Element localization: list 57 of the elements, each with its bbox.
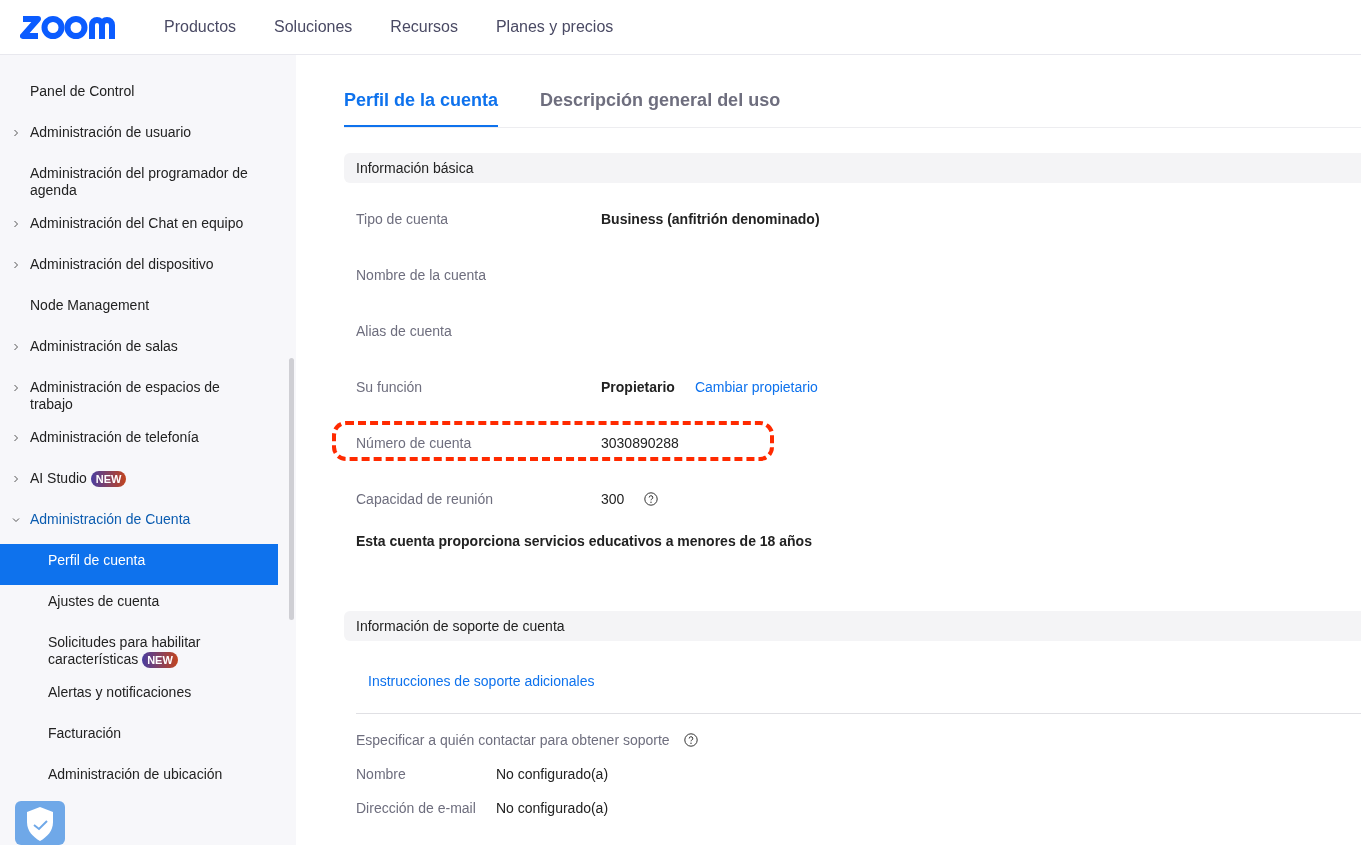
field-value: No configurado(a) [496, 800, 609, 816]
field-value: Propietario [601, 379, 675, 395]
scrollbar[interactable] [289, 358, 294, 620]
chevron-right-icon [12, 343, 20, 351]
sidebar-item[interactable]: Administración del dispositivo [0, 248, 278, 289]
chevron-right-icon [12, 129, 20, 137]
sidebar-item[interactable]: Administración de espacios de trabajo [0, 371, 278, 421]
sidebar-item[interactable]: Alertas y notificaciones [0, 676, 278, 717]
sidebar-item[interactable]: Administración de usuario [0, 116, 278, 157]
field-label: Capacidad de reunión [356, 491, 493, 507]
sidebar-item[interactable]: Facturación [0, 717, 278, 758]
chevron-right-icon [12, 434, 20, 442]
new-badge: NEW [90, 471, 127, 487]
field-label: Nombre [356, 766, 407, 782]
sidebar-item[interactable]: Perfil de cuenta [0, 544, 278, 585]
chevron-down-icon [12, 516, 20, 524]
nav-link[interactable]: Planes y precios [495, 18, 614, 36]
sidebar-item[interactable]: Administración del programador de agenda [0, 157, 278, 207]
chevron-right-icon [12, 475, 20, 483]
chevron-right-icon [12, 384, 20, 392]
field-value: No configurado(a) [496, 766, 609, 782]
sidebar-item[interactable]: AI Studio NEW [0, 462, 278, 503]
tab[interactable]: Perfil de la cuenta [344, 85, 499, 127]
chevron-right-icon [12, 220, 20, 228]
nav-link[interactable]: Soluciones [274, 18, 353, 36]
help-icon[interactable] [683, 733, 698, 747]
sidebar-item[interactable]: Ajustes de cuenta [0, 585, 278, 626]
chevron-right-icon [12, 261, 20, 269]
sidebar-item[interactable]: Node Management [0, 289, 278, 330]
section-header: Información básica [344, 153, 1361, 183]
sidebar-item[interactable]: Administración del Chat en equipo [0, 207, 278, 248]
sidebar-item[interactable]: Administración de Cuenta [0, 503, 278, 544]
field-label: Tipo de cuenta [356, 211, 449, 227]
help-icon[interactable] [644, 492, 659, 506]
sidebar-item[interactable]: Administración de telefonía [0, 421, 278, 462]
field-value: 3030890288 [601, 435, 679, 451]
support-instructions-link[interactable]: Instrucciones de soporte adicionales [368, 673, 1361, 689]
sidebar-item[interactable]: Administración de ubicación [0, 758, 278, 799]
field-label: Número de cuenta [356, 435, 472, 451]
field-label: Nombre de la cuenta [356, 267, 486, 283]
tab[interactable]: Descripción general del uso [540, 85, 781, 127]
sidebar-item[interactable]: Administración de salas [0, 330, 278, 371]
nav-link[interactable]: Productos [164, 18, 237, 36]
change-owner-link[interactable]: Cambiar propietario [694, 379, 818, 395]
new-badge: NEW [142, 652, 178, 668]
field-value: 300 [601, 491, 625, 507]
sidebar-item[interactable]: Solicitudes para habilitar características NEW [0, 626, 278, 676]
nav-link[interactable]: Recursos [390, 18, 458, 36]
section-header: Información de soporte de cuenta [344, 611, 1361, 641]
field-label: Alias de cuenta [356, 323, 452, 339]
contact-label: Especificar a quién contactar para obtener soporte [356, 732, 670, 748]
shield-check-icon[interactable] [15, 801, 65, 845]
field-label: Su función [356, 379, 423, 395]
field-label: Dirección de e-mail [356, 800, 477, 816]
notice-text: Esta cuenta proporciona servicios educativos a menores de 18 años [355, 533, 813, 549]
sidebar-item[interactable]: Panel de Control [0, 75, 278, 116]
field-value: Business (anfitrión denominado) [601, 211, 820, 227]
